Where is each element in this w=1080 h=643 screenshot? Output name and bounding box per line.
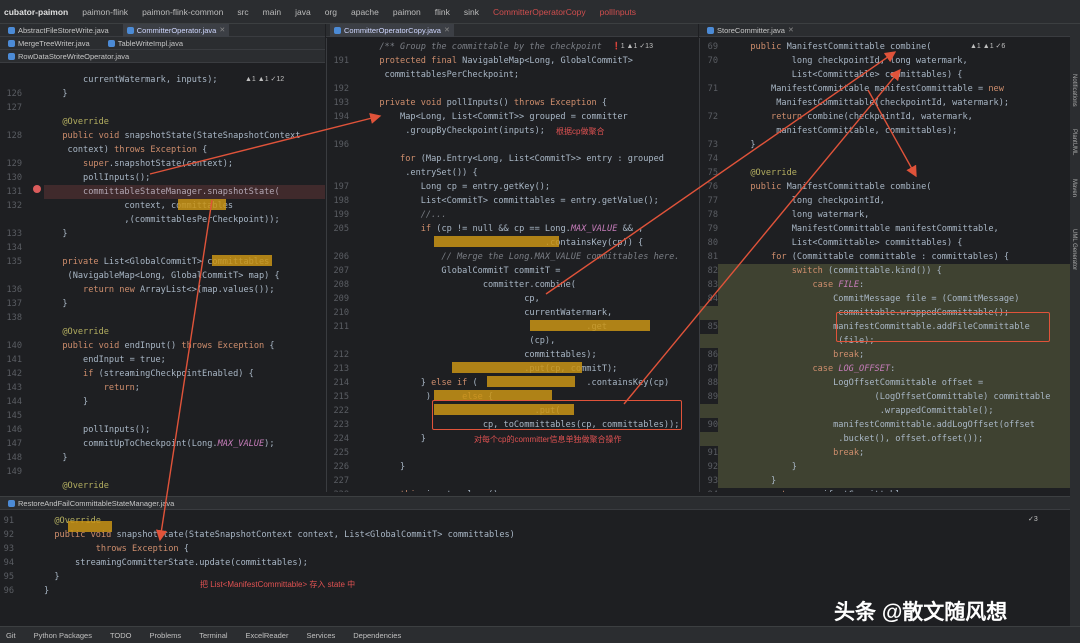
arrow-to-snapshot	[155, 199, 213, 542]
arrow-combine-overload	[867, 89, 917, 178]
arrow-combine-1	[545, 51, 897, 295]
arrow-pollinputs	[149, 112, 382, 175]
arrow-combine-2	[623, 68, 901, 405]
annotation-arrows	[149, 51, 917, 542]
